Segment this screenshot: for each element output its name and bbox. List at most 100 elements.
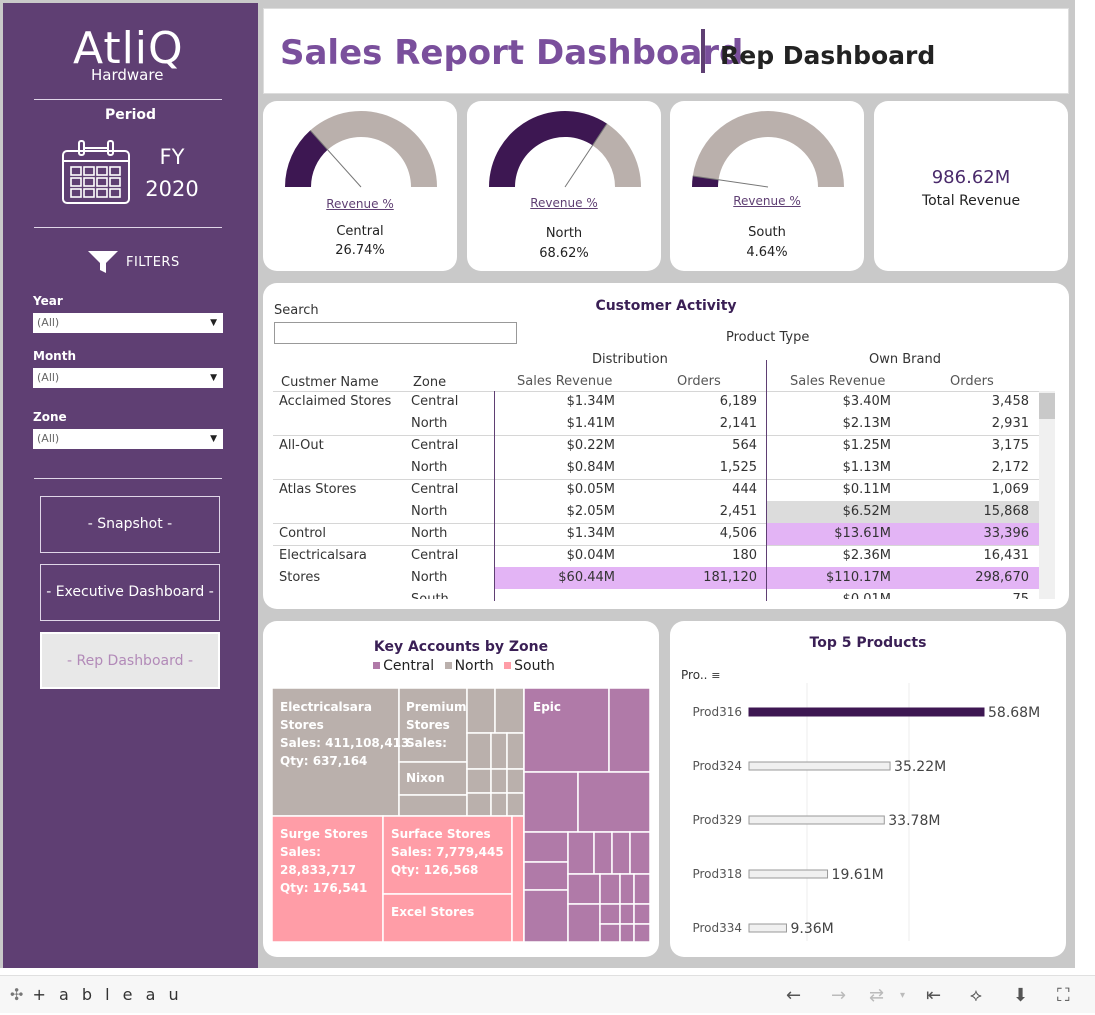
treemap-cell[interactable] <box>599 873 621 905</box>
treemap-cell[interactable] <box>599 923 621 943</box>
gauge-pct: 4.64% <box>746 245 788 260</box>
row-divider <box>273 391 1047 392</box>
revenue-pct-link[interactable]: Revenue % <box>467 196 661 210</box>
table-row[interactable]: Electricalsara Central $0.04M 180 $2.36M 16,4… <box>273 545 1047 567</box>
revenue-pct-link[interactable]: Revenue % <box>670 194 864 208</box>
own-brand-header: Own Brand <box>869 352 941 367</box>
treemap-cell[interactable] <box>629 831 651 875</box>
treemap-cell[interactable] <box>608 687 651 773</box>
own-revenue-cell: $1.25M <box>842 438 891 453</box>
nav-snapshot-button[interactable]: - Snapshot - <box>40 496 220 553</box>
treemap-cell[interactable] <box>466 792 492 817</box>
treemap-cell[interactable] <box>398 794 468 817</box>
table-row[interactable]: Stores North $60.44M 181,120 $110.17M 298,670 <box>273 567 1047 589</box>
treemap-cell[interactable] <box>599 903 621 925</box>
filter-zone-label: Zone <box>33 410 67 424</box>
treemap-cell[interactable] <box>523 831 569 863</box>
treemap-cell[interactable] <box>619 903 635 925</box>
zone-cell: Central <box>411 482 459 497</box>
tableau-logo: ✣ + a b l e a u <box>10 985 183 1004</box>
table-row[interactable]: South $0.01M 75 <box>273 589 1047 599</box>
treemap-cell[interactable] <box>490 768 508 794</box>
revert-all-icon[interactable]: ⇤ <box>926 985 941 1006</box>
treemap-cell[interactable] <box>577 771 651 833</box>
treemap-cell[interactable] <box>506 732 525 770</box>
filter-month-select[interactable]: (All) ▼ <box>33 368 223 388</box>
own-orders-cell: 33,396 <box>983 526 1030 541</box>
col-dist-orders-header[interactable]: Orders <box>677 374 721 389</box>
table-row[interactable]: Atlas Stores Central $0.05M 444 $0.11M 1,069 <box>273 479 1047 501</box>
dashboard-canvas: AtliQ Hardware Period FY 2020 FILTERS Ye… <box>0 0 1075 968</box>
table-scrollbar[interactable] <box>1039 391 1055 599</box>
bar[interactable] <box>748 815 885 825</box>
nav-rep-dashboard-button[interactable]: - Rep Dashboard - <box>40 632 220 689</box>
dist-orders-cell: 1,525 <box>719 460 757 475</box>
filters-label: FILTERS <box>126 254 180 270</box>
col-customer-header[interactable]: Custmer Name <box>281 375 379 390</box>
category-tick-label: Prod329 <box>692 813 742 827</box>
scrollbar-thumb[interactable] <box>1039 393 1055 419</box>
dist-revenue-cell: $1.34M <box>566 526 615 541</box>
logo-subtext: Hardware <box>91 66 164 84</box>
col-own-revenue-header[interactable]: Sales Revenue <box>790 374 885 389</box>
treemap-cell[interactable] <box>466 768 492 794</box>
table-row[interactable]: North $0.84M 1,525 $1.13M 2,172 <box>273 457 1047 479</box>
treemap-cell[interactable] <box>506 792 525 817</box>
treemap-cell[interactable] <box>567 903 601 943</box>
download-icon[interactable]: ⬇ <box>1013 985 1028 1006</box>
dist-revenue-cell: $0.84M <box>566 460 615 475</box>
treemap-cell[interactable] <box>523 889 569 943</box>
treemap-cell[interactable] <box>567 831 595 875</box>
bar[interactable] <box>748 761 891 771</box>
search-input[interactable] <box>274 322 517 344</box>
treemap-cell[interactable] <box>523 861 569 891</box>
filter-zone-select[interactable]: (All) ▼ <box>33 429 223 449</box>
treemap-cell[interactable] <box>466 732 492 770</box>
revert-icon[interactable]: ⇄ <box>869 985 884 1006</box>
col-own-orders-header[interactable]: Orders <box>950 374 994 389</box>
chevron-down-icon[interactable]: ▾ <box>900 990 905 1001</box>
bar[interactable] <box>748 707 985 717</box>
treemap-cell[interactable] <box>494 687 525 734</box>
bar[interactable] <box>748 923 787 933</box>
treemap-cell[interactable] <box>619 873 635 905</box>
treemap-cell[interactable] <box>619 923 635 943</box>
bar-value-label: 19.61M <box>832 867 884 883</box>
treemap-cell[interactable] <box>490 732 508 770</box>
treemap-cell[interactable] <box>523 771 579 833</box>
divider <box>34 99 222 100</box>
fiscal-year: FY 2020 <box>143 141 201 205</box>
bar-value-label: 58.68M <box>988 705 1040 721</box>
treemap-cell[interactable] <box>490 792 508 817</box>
category-tick-label: Prod334 <box>692 921 742 935</box>
customer-name-cell: Atlas Stores <box>279 482 357 497</box>
treemap-cell[interactable] <box>633 903 651 925</box>
treemap-cell[interactable] <box>611 831 631 875</box>
bar[interactable] <box>748 869 829 879</box>
treemap-cell[interactable] <box>511 815 525 943</box>
col-zone-header[interactable]: Zone <box>413 375 446 390</box>
col-dist-revenue-header[interactable]: Sales Revenue <box>517 374 612 389</box>
dist-orders-cell: 180 <box>732 548 757 563</box>
redo-icon[interactable]: → <box>831 985 846 1006</box>
nav-executive-dashboard-button[interactable]: - Executive Dashboard - <box>40 564 220 621</box>
table-row[interactable]: North $1.41M 2,141 $2.13M 2,931 <box>273 413 1047 435</box>
undo-icon[interactable]: ← <box>786 985 801 1006</box>
revenue-pct-link[interactable]: Revenue % <box>263 197 457 211</box>
treemap-label-line: Stores <box>406 718 450 732</box>
treemap-cell[interactable] <box>593 831 613 875</box>
filter-icon <box>88 251 118 273</box>
filter-year-select[interactable]: (All) ▼ <box>33 313 223 333</box>
table-row[interactable]: North $2.05M 2,451 $6.52M 15,868 <box>273 501 1047 523</box>
treemap-cell[interactable] <box>506 768 525 794</box>
treemap-cell[interactable] <box>633 873 651 905</box>
table-row[interactable]: Acclaimed Stores Central $1.34M 6,189 $3.40M… <box>273 391 1047 413</box>
table-row[interactable]: Control North $1.34M 4,506 $13.61M 33,396 <box>273 523 1047 545</box>
treemap-cell[interactable] <box>567 873 601 905</box>
share-icon[interactable]: ⟡ <box>970 985 982 1006</box>
revenue-gauge <box>285 110 437 188</box>
table-row[interactable]: All-Out Central $0.22M 564 $1.25M 3,175 <box>273 435 1047 457</box>
fullscreen-icon[interactable]: ⛶ <box>1057 985 1070 1006</box>
treemap-cell[interactable] <box>633 923 651 943</box>
treemap-cell[interactable] <box>466 687 496 734</box>
